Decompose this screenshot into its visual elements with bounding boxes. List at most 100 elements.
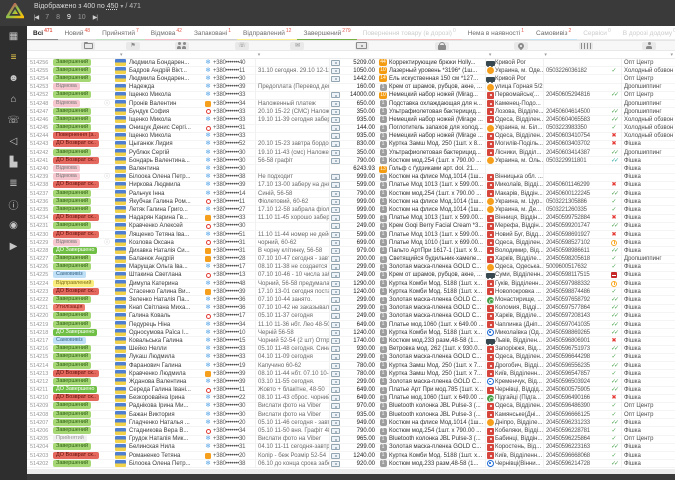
client-name[interactable]: Цыганюк Лидия <box>129 140 203 148</box>
order-comment[interactable]: Черній 56-58 <box>255 329 329 337</box>
order-comment[interactable]: 19.10 11-39 сегодня заберет <box>255 116 329 124</box>
product-name[interactable]: Bluetooth колонка JBL Pulse-3 (... <box>389 435 485 443</box>
delivery-city[interactable] <box>495 165 543 173</box>
tracking-number[interactable]: 20450603410754 <box>543 132 607 140</box>
delivery-city[interactable]: Львів, Відділен... <box>495 337 543 345</box>
delivery-city[interactable]: Вінницька обл. ... <box>495 173 543 181</box>
status-info-icon[interactable]: ⓘ <box>103 173 111 181</box>
delivery-city[interactable]: Бабинці, Віддін... <box>495 435 543 443</box>
order-comment[interactable]: Фіолетовий, 60-62 <box>255 198 329 206</box>
product-name[interactable]: Куртка Комби Мод. 5188 (1шт. х... <box>389 288 485 296</box>
status-cell[interactable]: Завершений <box>53 362 103 370</box>
status-cell[interactable]: Завершений <box>53 67 103 75</box>
client-name[interactable]: Людмила Бондарен... <box>129 75 203 83</box>
status-cell[interactable]: Завершений <box>53 353 103 361</box>
status-cell[interactable]: Завершений <box>53 59 103 67</box>
delivery-city[interactable]: Одеса, Одеська... <box>495 263 543 271</box>
filter-status[interactable]: ▾ <box>52 51 125 59</box>
status-info-icon[interactable]: ⓘ <box>103 100 111 108</box>
order-comment[interactable]: 04.10 11-11 сегодня-завтра 03... <box>255 443 329 451</box>
order-comment[interactable]: 05.10 11-37 сегодня <box>255 312 329 320</box>
client-name[interactable]: Безкоровайна Ірина <box>129 394 203 402</box>
order-comment[interactable]: Чорний 52-54 (2 шт) Отправит... <box>255 337 329 345</box>
status-cell[interactable]: Завершений <box>53 312 103 320</box>
client-phone[interactable]: +380•••••••17 <box>213 263 255 271</box>
status-info-icon[interactable]: ⓘ <box>103 239 111 247</box>
sort-city-button[interactable] <box>514 42 528 50</box>
tracking-number[interactable]: 20450597988332 <box>543 280 607 288</box>
client-phone[interactable]: +380•••••••33 <box>213 116 255 124</box>
tracking-number[interactable]: 5009600517632 <box>543 263 607 271</box>
tab-завершений[interactable]: Завершений279 <box>297 26 356 41</box>
delivery-city[interactable]: Каменец-Подо... <box>495 100 543 108</box>
product-name[interactable]: Ультрафиолетовая бактерицид... <box>389 108 485 116</box>
tracking-number[interactable]: 20450603414387 <box>543 149 607 157</box>
product-name[interactable]: Подставка охлаждающая для н... <box>389 100 485 108</box>
client-phone[interactable]: +380•••••••31 <box>213 247 255 255</box>
client-name[interactable]: Стасенко Галина Ви... <box>129 288 203 296</box>
order-comment[interactable]: 08.10 11-38 не создается ттн <box>255 263 329 271</box>
status-cell[interactable]: ДО Возврат ск.. <box>53 394 103 402</box>
status-cell[interactable]: ДО Возврат ск.. <box>53 288 103 296</box>
order-comment[interactable]: 05.10 11-46 сегодня - завтра. ... <box>255 419 329 427</box>
status-cell[interactable]: ДО Возврат ск.. <box>53 231 103 239</box>
sort-comment-button[interactable]: ✉ <box>290 42 304 50</box>
sort-phone-button[interactable]: ☏ <box>235 42 249 50</box>
client-phone[interactable]: +380•••••••36 <box>213 296 255 304</box>
client-phone[interactable]: +380•••••••31 <box>213 443 255 451</box>
order-comment[interactable]: Не подходит <box>255 173 329 181</box>
client-phone[interactable]: +380•••••••39 <box>213 83 255 91</box>
delivery-city[interactable]: Новий Буг, Відд... <box>495 231 543 239</box>
tracking-number[interactable]: 20450596231233 <box>543 419 607 427</box>
sort-product-button[interactable] <box>435 42 449 50</box>
tracking-number[interactable]: 0503226036182 <box>543 67 607 75</box>
order-comment[interactable]: Наложенный платеж <box>255 100 329 108</box>
client-phone[interactable]: +380•••••••30 <box>213 157 255 165</box>
order-comment[interactable]: Капучино 60-62 <box>255 362 329 370</box>
delivery-city[interactable]: Макарів, Віддін... <box>495 190 543 198</box>
order-comment[interactable]: 07.10 10-47 сегодня - завтра. ... <box>255 255 329 263</box>
order-row-514202[interactable]: 514202ЗавершенийБілоока Олена Петр...❄+3… <box>27 460 675 468</box>
tab-всі[interactable]: Всі471 <box>27 26 58 41</box>
client-name[interactable]: Стадникова Вера В... <box>129 427 203 435</box>
order-comment[interactable]: 11.10 11-44 номер не действи... <box>255 231 329 239</box>
page-9[interactable]: 9 <box>67 14 71 21</box>
delivery-city[interactable]: Первомайськ(... <box>495 91 543 99</box>
product-name[interactable]: Bluetooth колонка JBL Pulse-3 (... <box>389 402 485 410</box>
order-comment[interactable] <box>255 91 329 99</box>
product-name[interactable]: Костюм на флисе Мод.1014 (1ш... <box>389 173 485 181</box>
client-name[interactable]: Дихавка Наталія Си... <box>129 247 203 255</box>
product-name[interactable]: Куртка Комби Мод. 5188 (1шт. х... <box>389 452 485 460</box>
app-logo-icon[interactable] <box>6 3 24 24</box>
product-name[interactable]: Костюм на флисе Мод.1014 (1ш... <box>389 419 485 427</box>
status-cell[interactable]: Завершений <box>53 321 103 329</box>
client-phone[interactable]: +380•••••••30 <box>213 165 255 173</box>
delivery-city[interactable]: Коломия, Відді... <box>495 304 543 312</box>
client-name[interactable]: Пронів Валентин <box>129 100 203 108</box>
tracking-number[interactable]: 20450598874486 <box>543 288 607 296</box>
status-cell[interactable]: ДО Возврат ск.. <box>53 452 103 460</box>
status-cell[interactable]: Завершений <box>53 190 103 198</box>
order-comment[interactable]: 19.10 11-43 (смс) Наложенны... <box>255 149 329 157</box>
order-comment[interactable]: 05.10 11-48 сегодня. Синий 60... <box>255 345 329 353</box>
delivery-city[interactable]: Кобеляки, Відді... <box>495 427 543 435</box>
client-phone[interactable]: +380•••••••20 <box>213 419 255 427</box>
tracking-number[interactable]: 20450605294816 <box>543 91 607 99</box>
product-name[interactable]: Крем Goqi Berry Facial Cream *3... <box>389 222 485 230</box>
tracking-number[interactable]: 20450596666125 <box>543 411 607 419</box>
product-name[interactable]: Золотая маска-пленка GOLD C... <box>389 263 485 271</box>
client-name[interactable]: Середа Галина Івані... <box>129 386 203 394</box>
client-name[interactable]: Ковальська Галина <box>129 337 203 345</box>
client-name[interactable]: Педурець Ніна <box>129 321 203 329</box>
tracking-number[interactable]: 20450596806901 <box>543 337 607 345</box>
status-cell[interactable]: Завершений <box>53 296 103 304</box>
product-name[interactable]: Куртка Замш Мод. 250 (1шт. х 8... <box>389 140 485 148</box>
order-comment[interactable]: 31.10 сегодня. 29.10 12-12. нб... <box>255 67 329 75</box>
tracking-number[interactable]: 0503223983350 <box>543 124 607 132</box>
product-name[interactable]: Золотая маска-пленка GOLD C... <box>389 296 485 304</box>
order-comment[interactable]: 20.10 15-22 (СМС) Наложенн... <box>255 108 329 116</box>
client-phone[interactable]: +380•••••••39 <box>213 378 255 386</box>
product-name[interactable]: Золотая маска-пленка GOLD C... <box>389 443 485 451</box>
client-phone[interactable]: +380•••••••28 <box>213 255 255 263</box>
tracking-number[interactable]: 0503221260335 <box>543 206 607 214</box>
